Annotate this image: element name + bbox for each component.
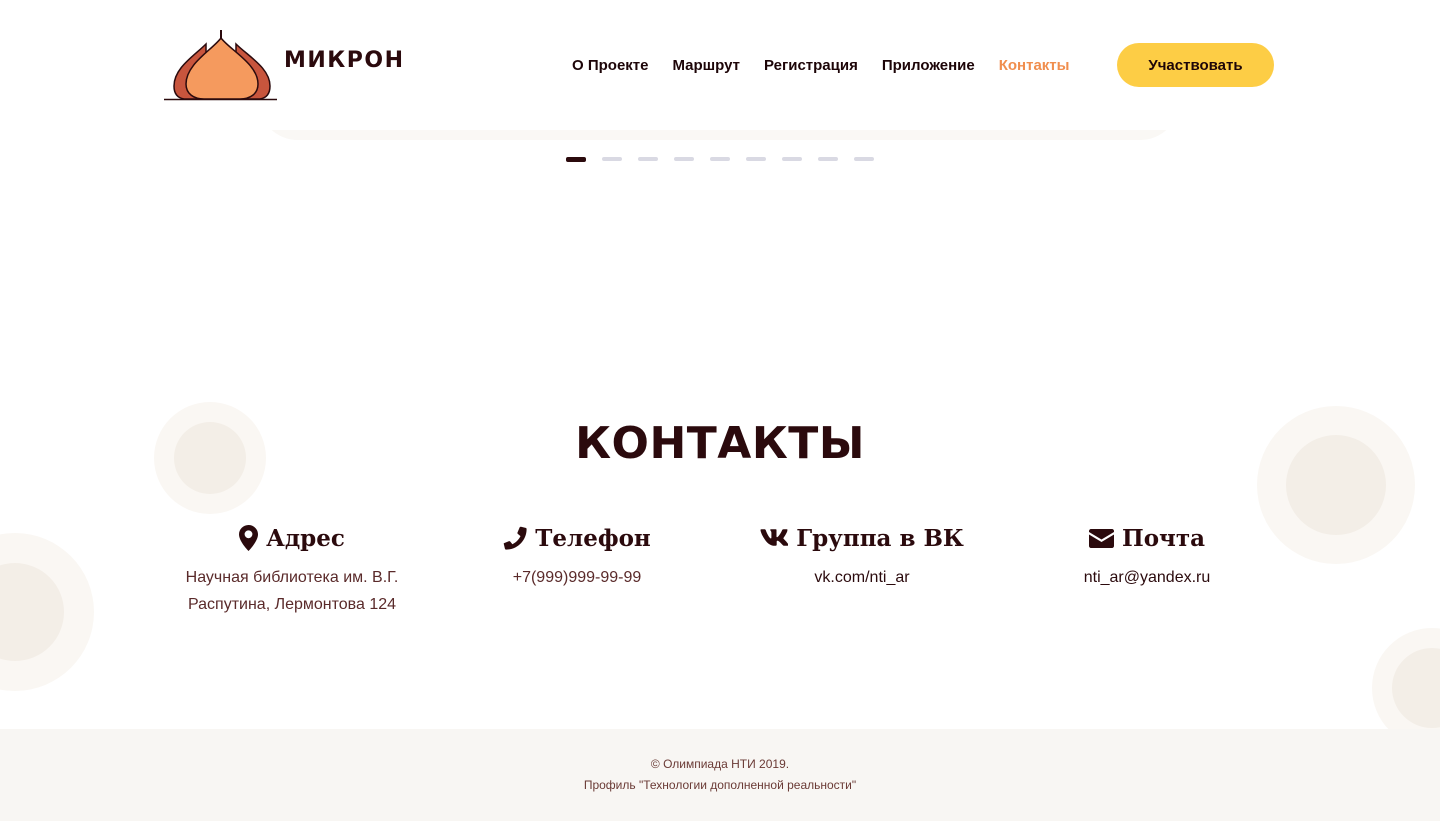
nav-item-about[interactable]: О Проекте [572, 57, 648, 74]
slider-dot[interactable] [746, 157, 766, 161]
contacts-title: КОНТАКТЫ [575, 418, 865, 469]
contact-address: Адрес Научная библиотека им. В.Г. Распут… [142, 522, 442, 618]
site-footer: © Олимпиада НТИ 2019. Профиль "Технологи… [0, 729, 1440, 821]
envelope-icon [1088, 528, 1114, 548]
contact-label: Адрес [266, 524, 345, 552]
slider-dot[interactable] [710, 157, 730, 161]
address-line: Распутина, Лермонтова 124 [187, 596, 397, 613]
slider-dot[interactable] [566, 157, 586, 162]
logo-link[interactable]: МИКРОН [164, 28, 403, 103]
slider-dot[interactable] [602, 157, 622, 161]
contact-label: Группа в ВК [796, 524, 964, 552]
contact-label: Почта [1121, 524, 1206, 552]
email-link[interactable]: nti_ar@yandex.ru [997, 564, 1297, 591]
phone-number-link[interactable]: +7(999)999-99-99 [427, 564, 727, 591]
slider-dot[interactable] [818, 157, 838, 161]
map-marker-icon [239, 525, 259, 551]
contact-label: Телефон [535, 524, 651, 552]
slider-dot[interactable] [782, 157, 802, 161]
slider-dot[interactable] [638, 157, 658, 161]
slider-dot[interactable] [854, 157, 874, 161]
profile-text: Профиль "Технологии дополненной реальнос… [583, 778, 857, 792]
slider-pagination [566, 157, 890, 162]
brand-name: МИКРОН [284, 48, 405, 73]
contact-vk: Группа в ВК vk.com/nti_ar [712, 522, 1012, 591]
nav-item-app[interactable]: Приложение [882, 57, 975, 74]
nav-item-route[interactable]: Маршрут [672, 57, 740, 74]
slider-dot[interactable] [674, 157, 694, 161]
address-line: Научная библиотека им. В.Г. [185, 569, 399, 586]
copyright-text: © Олимпиада НТИ 2019. [650, 757, 790, 771]
main-nav: О Проекте Маршрут Регистрация Приложение… [572, 57, 1093, 74]
dome-logo-icon [164, 30, 277, 101]
vk-link[interactable]: vk.com/nti_ar [712, 564, 1012, 591]
vk-icon [760, 529, 789, 546]
decor-circle-left-bottom [0, 533, 94, 691]
contact-email: Почта nti_ar@yandex.ru [997, 522, 1297, 591]
contact-phone: Телефон +7(999)999-99-99 [427, 522, 727, 591]
site-header: МИКРОН О Проекте Маршрут Регистрация При… [0, 0, 1440, 130]
nav-item-contacts[interactable]: Контакты [999, 57, 1070, 74]
participate-button[interactable]: Участвовать [1117, 43, 1274, 87]
nav-item-registration[interactable]: Регистрация [764, 57, 858, 74]
phone-icon [503, 526, 527, 550]
